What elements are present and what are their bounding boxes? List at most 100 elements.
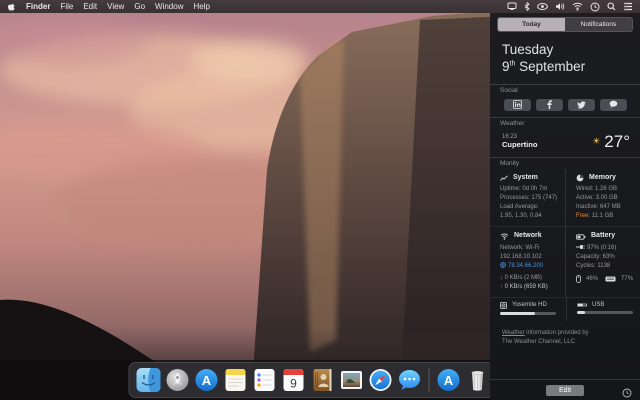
today-notifications-tabs: Today Notifications (497, 17, 633, 32)
wifi-icon[interactable] (572, 2, 583, 11)
network-public-ip-row[interactable]: 78.34.66.200 (500, 262, 561, 271)
up-arrow-icon: ↑ (500, 283, 503, 290)
svg-text:A: A (444, 373, 454, 388)
desktop: Finder File Edit View Go Window Help Tod… (0, 0, 640, 400)
menu-item-view[interactable]: View (107, 2, 124, 11)
network-type: Network: Wi-Fi (500, 244, 540, 251)
disk-usage-bar (500, 311, 556, 315)
dock-icon-launchpad[interactable] (166, 368, 190, 392)
bluetooth-icon[interactable] (524, 2, 530, 11)
eye-icon[interactable] (537, 2, 548, 11)
menu-item-edit[interactable]: Edit (83, 2, 97, 11)
battery-charge-row: 97% (0:16) (576, 244, 636, 253)
disk-name: Yosemite HD (512, 302, 547, 309)
menu-item-go[interactable]: Go (134, 2, 145, 11)
clock-icon[interactable] (590, 2, 600, 12)
messages-button[interactable] (599, 98, 627, 111)
memory-inactive: Inactive: 647 MB (576, 204, 621, 211)
weather-section-label: Weather (490, 116, 640, 129)
wifi-small-icon (500, 233, 509, 240)
peripheral-battery-row: 46% 77% (576, 275, 636, 284)
facebook-icon (546, 100, 552, 110)
hard-drive-icon (500, 301, 507, 309)
keyboard-icon (605, 276, 616, 282)
memory-title: Memory (589, 173, 616, 181)
history-clock-icon[interactable] (622, 385, 632, 400)
memory-free: Free: 11.1 GB (576, 213, 614, 220)
facebook-button[interactable] (535, 98, 563, 111)
dock-icon-app-store[interactable]: A (195, 368, 219, 392)
weather-attribution-link[interactable]: Weather (502, 330, 525, 336)
system-load-label: Load Average: (500, 204, 539, 211)
dock-icon-messages[interactable] (398, 368, 422, 392)
spotlight-icon[interactable] (607, 2, 616, 11)
battery-title: Battery (591, 232, 616, 240)
battery-cycles: Cycles: 1138 (576, 262, 611, 269)
twitter-button[interactable] (567, 98, 595, 111)
system-uptime: Uptime: 0d 0h 7m (500, 186, 548, 193)
battery-icon (576, 233, 586, 240)
plug-icon (576, 244, 585, 250)
tab-today[interactable]: Today (498, 18, 565, 31)
memory-active: Active: 3.00 GB (576, 195, 618, 202)
notification-center-panel: Today Notifications Tuesday 9th Septembe… (490, 13, 640, 400)
menu-item-file[interactable]: File (60, 2, 73, 11)
dock-icon-reminders[interactable] (253, 368, 277, 392)
weather-city: Cupertino (502, 140, 538, 150)
dock-icon-trash[interactable] (466, 368, 490, 392)
monity-system: System Uptime: 0d 0h 7m Processes: 175 (… (490, 169, 565, 227)
globe-icon (500, 262, 506, 269)
weather-widget[interactable]: 16:23 Cupertino ☀ 27° (490, 129, 640, 157)
keyboard-battery-level: 77% (621, 275, 634, 282)
weather-attribution: Weather information provided by The Weat… (502, 329, 589, 345)
monity-memory: Memory Wired: 1.26 GB Active: 3.00 GB In… (565, 168, 640, 227)
date-widget: Tuesday 9th September (490, 32, 640, 84)
date-line: 9th September (502, 58, 586, 74)
pie-icon (576, 174, 584, 182)
apple-menu-icon[interactable] (7, 2, 16, 12)
date-weekday: Tuesday (502, 42, 554, 57)
volume-icon[interactable] (555, 2, 565, 11)
linkedin-icon (512, 100, 522, 110)
notification-center-icon[interactable] (623, 2, 633, 11)
menu-item-window[interactable]: Window (155, 2, 183, 11)
disk-name: USB (592, 301, 605, 308)
dock-separator (428, 368, 430, 392)
dock-icon-finder[interactable] (136, 368, 161, 392)
social-widget (490, 96, 640, 117)
mouse-battery-level: 46% (586, 275, 599, 282)
down-arrow-icon: ↓ (500, 274, 503, 281)
dock-icon-applications[interactable]: A (437, 368, 461, 392)
twitter-icon (576, 101, 586, 109)
monity-widget: System Uptime: 0d 0h 7m Processes: 175 (… (490, 168, 640, 297)
display-icon[interactable] (507, 2, 517, 11)
menu-item-help[interactable]: Help (193, 2, 209, 11)
linkedin-button[interactable] (503, 98, 531, 111)
usb-icon (577, 302, 587, 308)
memory-wired: Wired: 1.26 GB (576, 186, 618, 193)
dock-icon-calendar[interactable]: 9 (282, 368, 306, 392)
network-local-ip: 192.168.10.102 (500, 253, 542, 260)
monity-network: Network Network: Wi-Fi 192.168.10.102 78… (490, 226, 565, 297)
disk-yosemite-hd: Yosemite HD (490, 298, 566, 321)
chart-icon (500, 174, 508, 182)
system-processes: Processes: 175 (747) (500, 195, 558, 202)
message-bubble-icon (609, 100, 617, 109)
monity-section-label: Monity (490, 156, 640, 169)
dock: A 9 A (128, 362, 498, 398)
dock-icon-preview[interactable] (340, 368, 364, 392)
dock-icon-contacts[interactable] (311, 368, 335, 392)
dock-icon-notes[interactable] (224, 368, 248, 392)
disk-usb: USB (566, 297, 640, 321)
system-title: System (513, 173, 538, 181)
tab-notifications[interactable]: Notifications (565, 18, 632, 31)
menu-item-finder[interactable]: Finder (26, 2, 50, 11)
dock-icon-safari[interactable] (369, 368, 393, 392)
network-title: Network (514, 232, 542, 240)
weather-attribution-line2: The Weather Channel, LLC (502, 338, 575, 345)
edit-button[interactable]: Edit (545, 384, 585, 396)
monity-battery: Battery 97% (0:16) Capacity: 63% Cycles:… (565, 226, 640, 297)
battery-capacity: Capacity: 63% (576, 253, 615, 260)
sun-icon: ☀ (592, 136, 601, 147)
calendar-day-number: 9 (290, 377, 297, 391)
